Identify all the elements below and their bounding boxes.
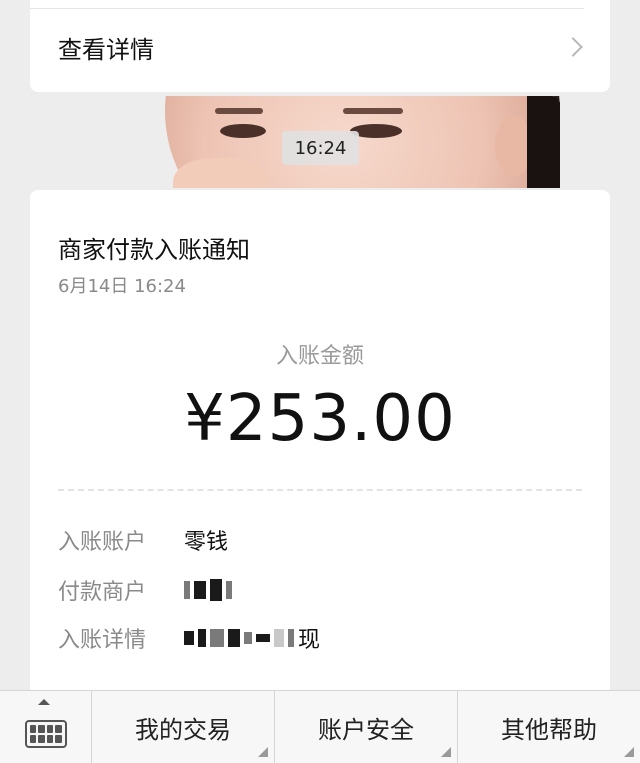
redaction-block bbox=[210, 579, 222, 601]
redaction-block bbox=[184, 581, 190, 599]
amount-value: ¥253.00 bbox=[184, 382, 456, 456]
menu-other-help[interactable]: 其他帮助 bbox=[458, 691, 640, 763]
info-row-details: 入账详情 现 bbox=[58, 621, 582, 655]
submenu-indicator-icon bbox=[624, 747, 634, 757]
redaction-block bbox=[244, 632, 252, 644]
amount-label: 入账金额 bbox=[275, 344, 364, 369]
photo-message[interactable] bbox=[165, 96, 560, 188]
chevron-right-icon bbox=[563, 37, 583, 57]
redacted-value bbox=[184, 579, 236, 601]
redaction-block bbox=[198, 629, 206, 647]
redaction-block bbox=[184, 631, 194, 645]
keyboard-icon bbox=[24, 720, 67, 748]
redaction-block bbox=[228, 629, 240, 647]
redacted-value: 现 bbox=[184, 622, 320, 654]
info-key: 入账详情 bbox=[58, 628, 147, 653]
notice-date: 6月14日 16:24 bbox=[58, 276, 186, 297]
top-message-card: 查看详情 bbox=[30, 0, 610, 92]
divider bbox=[30, 8, 584, 9]
view-details-row[interactable]: 查看详情 bbox=[30, 10, 610, 84]
info-value: 现 bbox=[298, 628, 321, 653]
photo-detail bbox=[527, 96, 560, 188]
submenu-indicator-icon bbox=[258, 747, 268, 757]
menu-my-transactions[interactable]: 我的交易 bbox=[92, 691, 275, 763]
menu-label: 其他帮助 bbox=[501, 715, 597, 744]
caret-up-icon bbox=[38, 699, 50, 705]
info-value: 零钱 bbox=[184, 530, 229, 555]
redaction-block bbox=[256, 634, 270, 642]
submenu-indicator-icon bbox=[441, 747, 451, 757]
menu-label: 账户安全 bbox=[318, 715, 414, 744]
bottom-menu-bar: 我的交易 账户安全 其他帮助 bbox=[0, 690, 640, 763]
payment-notice-card[interactable]: 商家付款入账通知 6月14日 16:24 入账金额 ¥253.00 入账账户 零… bbox=[30, 190, 610, 690]
photo-detail bbox=[173, 158, 268, 188]
redaction-block bbox=[210, 629, 224, 647]
redaction-block bbox=[274, 629, 284, 647]
info-key: 入账账户 bbox=[58, 530, 147, 555]
redaction-block bbox=[194, 581, 206, 599]
photo-detail bbox=[343, 108, 403, 114]
menu-label: 我的交易 bbox=[135, 715, 231, 744]
menu-account-security[interactable]: 账户安全 bbox=[275, 691, 458, 763]
dashed-divider bbox=[58, 489, 582, 491]
redaction-block bbox=[226, 581, 232, 599]
timestamp-pill: 16:24 bbox=[282, 131, 359, 165]
notice-title: 商家付款入账通知 bbox=[58, 236, 250, 264]
view-details-label: 查看详情 bbox=[58, 35, 154, 64]
info-row-merchant: 付款商户 bbox=[58, 573, 582, 607]
redaction-block bbox=[288, 629, 294, 647]
keyboard-toggle-button[interactable] bbox=[0, 691, 92, 763]
photo-detail bbox=[220, 124, 266, 138]
info-key: 付款商户 bbox=[58, 580, 147, 605]
info-row-account: 入账账户 零钱 bbox=[58, 523, 582, 557]
photo-detail bbox=[215, 108, 263, 114]
